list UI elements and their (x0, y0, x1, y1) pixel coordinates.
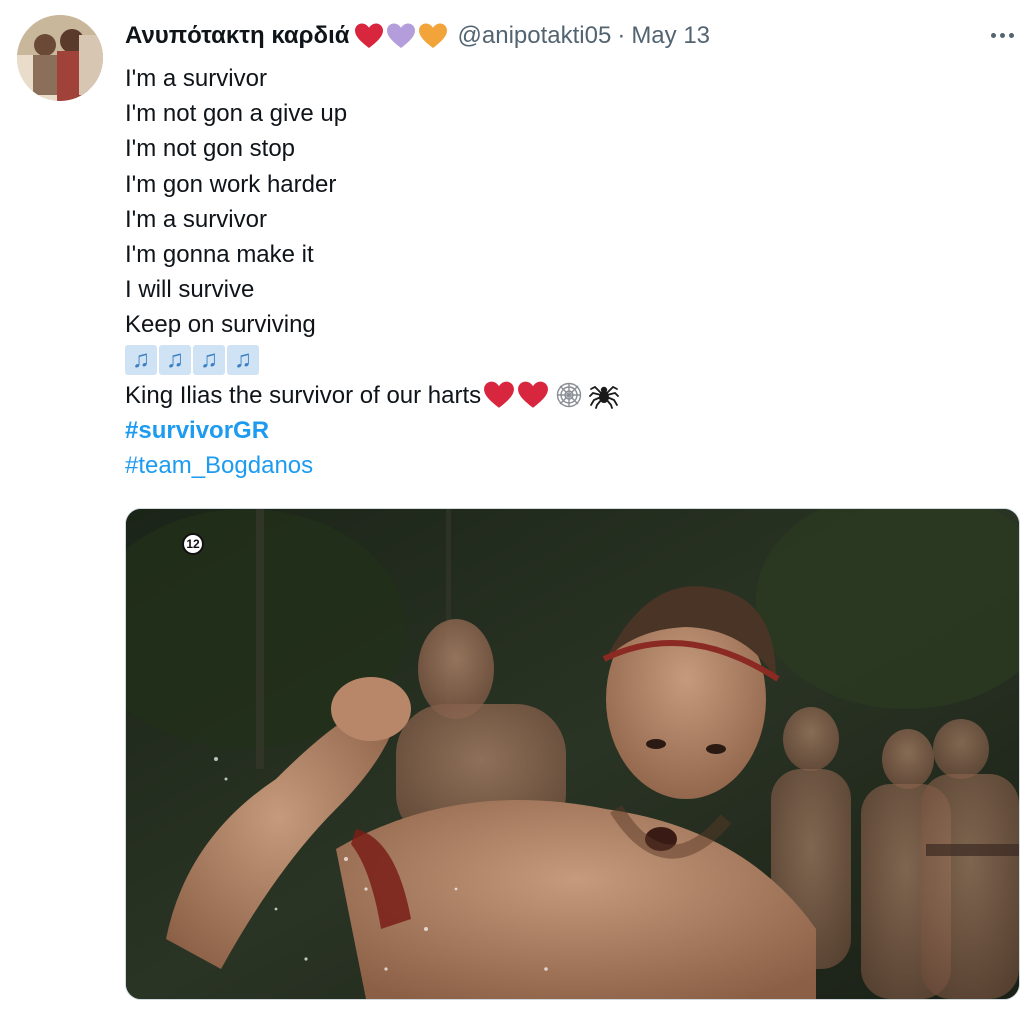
tweet-line: I'm a survivor (125, 65, 267, 92)
tweet-line: I'm gonna make it (125, 240, 314, 268)
music-note-icon: ♫ (227, 345, 259, 376)
music-notes-line: ♫ ♫ ♫ ♫ (125, 343, 1005, 378)
tweet-timestamp[interactable]: May 13 (631, 22, 710, 50)
name-emojis (354, 22, 448, 50)
closing-line: King Ilias the survivor of our harts (125, 378, 1005, 413)
display-name[interactable]: Ανυπότακτη καρδιά (125, 22, 350, 50)
more-dot-icon (999, 32, 1005, 38)
more-dot-icon (990, 32, 996, 38)
spider-icon (589, 381, 620, 410)
hashtag-line: #survivorGR (125, 413, 1005, 448)
music-note-icon: ♫ (125, 345, 157, 376)
media-image (126, 509, 1019, 999)
tweet-line: I'm not gon a give up (125, 100, 348, 128)
tweet-line: I'm not gon stop (125, 135, 296, 163)
tweet-line: I'm a survivor (125, 205, 267, 233)
hashtag-team-bogdanos[interactable]: #team_Bogdanos (125, 448, 313, 483)
music-note-icon: ♫ (193, 345, 225, 376)
red-heart-icon (483, 380, 515, 410)
more-options-button[interactable] (984, 22, 1020, 48)
closing-line-text: King Ilias the survivor of our harts (125, 381, 482, 409)
red-heart-icon (517, 380, 549, 410)
orange-heart-icon (418, 22, 448, 50)
music-note-icon: ♫ (159, 345, 191, 376)
more-dot-icon (1008, 32, 1014, 38)
hashtag-line: #team_Bogdanos (125, 448, 1005, 483)
tweet-line: I will survive (125, 276, 255, 304)
tweet-media[interactable]: 12 (125, 508, 1020, 1000)
red-heart-icon (354, 22, 384, 50)
purple-heart-icon (386, 22, 416, 50)
age-rating-badge: 12 (182, 533, 204, 555)
separator-dot: · (617, 22, 626, 49)
hashtag-survivorgr[interactable]: #survivorGR (125, 413, 269, 448)
tweet-header: Ανυπότακτη καρδιά @anipotakti05 · May 13 (125, 18, 710, 54)
snowflake-web-icon (555, 381, 583, 409)
tweet-line: Keep on surviving (125, 311, 316, 339)
user-handle[interactable]: @anipotakti05 (458, 22, 612, 50)
tweet-line: I'm gon work harder (125, 170, 337, 198)
tweet-text: I'm a survivor I'm not gon a give up I'm… (125, 61, 1005, 483)
avatar[interactable] (17, 15, 103, 101)
